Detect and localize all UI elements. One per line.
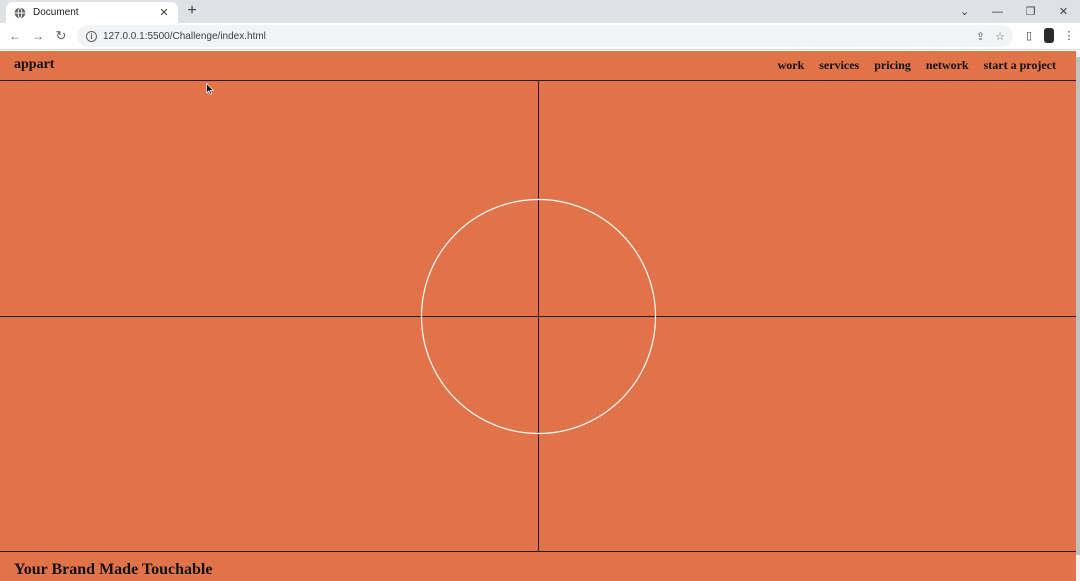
hero-graphic — [0, 81, 1076, 552]
forward-arrow-icon[interactable]: → — [30, 28, 46, 44]
site-nav: work services pricing network start a pr… — [778, 58, 1056, 73]
tab-close-icon[interactable]: ✕ — [158, 7, 170, 19]
hero-title: Your Brand Made Touchable — [14, 561, 213, 578]
address-bar[interactable]: i 127.0.0.1:5500/Challenge/index.html ⇪ … — [77, 25, 1013, 47]
site-logo[interactable]: appart — [14, 57, 54, 73]
browser-toolbar: ← → ↻ i 127.0.0.1:5500/Challenge/index.h… — [0, 23, 1080, 50]
window-controls: ⌄ — ❐ ✕ — [948, 0, 1080, 23]
globe-icon — [14, 6, 26, 19]
nav-network[interactable]: network — [926, 58, 969, 73]
url-text[interactable]: 127.0.0.1:5500/Challenge/index.html — [103, 31, 976, 42]
tab-strip: Document ✕ + ⌄ — ❐ ✕ — [0, 0, 1080, 23]
bookmark-star-icon[interactable]: ☆ — [995, 30, 1005, 43]
mouse-cursor-icon — [206, 83, 214, 95]
site-header: appart work services pricing network sta… — [0, 51, 1076, 81]
back-arrow-icon[interactable]: ← — [7, 28, 23, 44]
share-icon[interactable]: ⇪ — [976, 30, 985, 43]
page-scrollbar[interactable] — [1076, 51, 1080, 581]
nav-services[interactable]: services — [819, 58, 859, 73]
page-viewport: appart work services pricing network sta… — [0, 51, 1080, 581]
reload-icon[interactable]: ↻ — [53, 28, 69, 44]
scrollbar-thumb[interactable] — [1076, 57, 1080, 555]
restore-icon[interactable]: ❐ — [1014, 0, 1047, 23]
new-tab-button[interactable]: + — [184, 3, 200, 19]
extension-icon[interactable] — [1044, 28, 1054, 43]
nav-work[interactable]: work — [778, 58, 805, 73]
nav-start-a-project[interactable]: start a project — [984, 58, 1056, 73]
browser-tab[interactable]: Document ✕ — [6, 2, 178, 23]
tab-search-icon[interactable]: ⌄ — [948, 0, 981, 23]
nav-pricing[interactable]: pricing — [874, 58, 911, 73]
tab-title: Document — [33, 7, 79, 18]
menu-dots-icon[interactable]: ⋮ — [1062, 29, 1076, 42]
side-panel-icon[interactable]: ▯ — [1022, 29, 1036, 42]
info-icon[interactable]: i — [86, 30, 97, 42]
close-window-icon[interactable]: ✕ — [1047, 0, 1080, 23]
minimize-icon[interactable]: — — [981, 0, 1014, 23]
